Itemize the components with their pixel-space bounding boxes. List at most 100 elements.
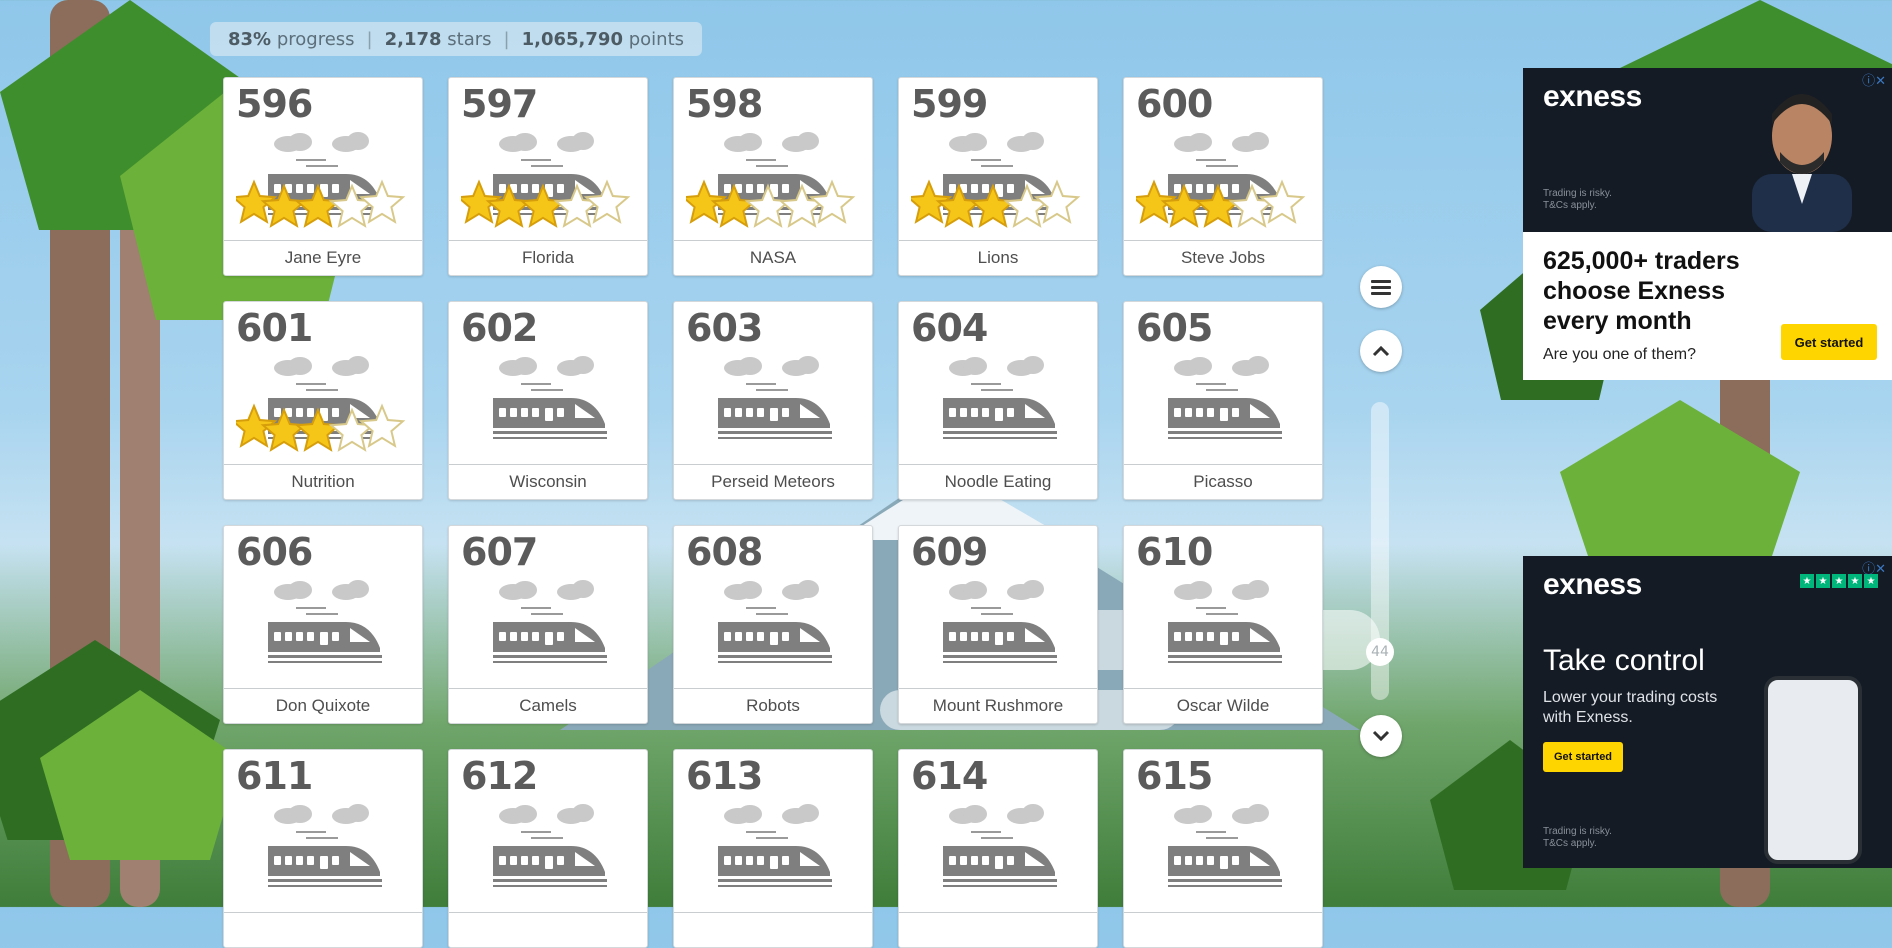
level-number: 614 — [911, 754, 988, 798]
level-card[interactable]: 609 Mount Rushmore — [898, 525, 1098, 724]
level-title: Wisconsin — [449, 464, 647, 499]
ad-cta-button[interactable]: Get started — [1543, 742, 1623, 772]
train-icon — [1168, 356, 1282, 439]
star-icon: ★ — [1800, 574, 1814, 588]
star-icon — [519, 183, 567, 228]
level-number: 603 — [686, 306, 763, 350]
star-icon — [358, 179, 406, 224]
train-icon — [268, 580, 382, 663]
level-card[interactable]: 599 Lions — [898, 77, 1098, 276]
star-rating — [911, 179, 1081, 228]
train-icon — [718, 356, 832, 439]
points-stat: 1,065,790 points — [521, 28, 685, 50]
level-title: Robots — [674, 688, 872, 723]
level-title: Oscar Wilde — [1124, 688, 1322, 723]
level-grid: 596 Jane Eyre 597 Florida 598 NASA 599 L… — [223, 77, 1323, 948]
train-icon — [943, 356, 1057, 439]
hamburger-icon — [1371, 280, 1391, 295]
star-icon — [710, 183, 758, 228]
ad-hero: exness Trading is risky. T&Cs apply. — [1523, 68, 1892, 232]
star-icon: ★ — [1816, 574, 1830, 588]
level-title — [674, 912, 872, 947]
train-icon — [1168, 804, 1282, 887]
chevron-up-icon — [1372, 345, 1390, 357]
level-card[interactable]: 611 — [223, 749, 423, 948]
star-icon — [1258, 179, 1306, 224]
level-title — [1124, 912, 1322, 947]
star-icon — [553, 183, 601, 228]
star-icon — [1033, 179, 1081, 224]
level-number: 605 — [1136, 306, 1213, 350]
level-card[interactable]: 612 — [448, 749, 648, 948]
scroll-down-button[interactable] — [1360, 715, 1402, 757]
level-card[interactable]: 615 — [1123, 749, 1323, 948]
level-title: Camels — [449, 688, 647, 723]
level-card[interactable]: 602 Wisconsin — [448, 301, 648, 500]
level-card[interactable]: 597 Florida — [448, 77, 648, 276]
ad-brand-logo: exness — [1543, 568, 1642, 601]
star-icon — [744, 183, 792, 228]
person-image — [1752, 94, 1852, 232]
level-title: Noodle Eating — [899, 464, 1097, 499]
level-number: 599 — [911, 82, 988, 126]
level-title: NASA — [674, 240, 872, 275]
star-icon — [260, 407, 308, 452]
star-icon — [935, 183, 983, 228]
train-icon — [943, 580, 1057, 663]
star-icon — [294, 407, 342, 452]
level-card[interactable]: 607 Camels — [448, 525, 648, 724]
level-title: Picasso — [1124, 464, 1322, 499]
level-number: 606 — [236, 530, 313, 574]
scroll-up-button[interactable] — [1360, 330, 1402, 372]
level-card[interactable]: 604 Noodle Eating — [898, 301, 1098, 500]
scroll-page-indicator[interactable]: 44 — [1366, 638, 1394, 666]
level-card[interactable]: 613 — [673, 749, 873, 948]
stars-stat: 2,178 stars — [384, 28, 492, 50]
advertisement-banner[interactable]: ⓘ✕ exness ★ ★ ★ ★ ★ Take control Lower your … — [1523, 556, 1892, 868]
level-title: Lions — [899, 240, 1097, 275]
level-card[interactable]: 596 Jane Eyre — [223, 77, 423, 276]
level-card[interactable]: 603 Perseid Meteors — [673, 301, 873, 500]
ad-headline: Take control — [1543, 644, 1705, 677]
level-number: 602 — [461, 306, 538, 350]
star-icon — [260, 183, 308, 228]
level-number: 598 — [686, 82, 763, 126]
chevron-down-icon — [1372, 730, 1390, 742]
advertisement-banner[interactable]: ⓘ✕ exness Trading is risky. T&Cs apply. … — [1523, 68, 1892, 380]
progress-stats-bar: 83% progress | 2,178 stars | 1,065,790 p… — [210, 22, 703, 56]
level-title: Mount Rushmore — [899, 688, 1097, 723]
level-card[interactable]: 605 Picasso — [1123, 301, 1323, 500]
level-number: 611 — [236, 754, 313, 798]
level-title: Steve Jobs — [1124, 240, 1322, 275]
level-card[interactable]: 608 Robots — [673, 525, 873, 724]
star-icon: ★ — [1848, 574, 1862, 588]
level-title — [899, 912, 1097, 947]
train-icon — [268, 804, 382, 887]
ad-info-icon[interactable]: ⓘ✕ — [1862, 70, 1886, 89]
level-title: Jane Eyre — [224, 240, 422, 275]
level-card[interactable]: 606 Don Quixote — [223, 525, 423, 724]
ad-subtext: Are you one of them? — [1543, 346, 1696, 363]
level-number: 604 — [911, 306, 988, 350]
menu-button[interactable] — [1360, 266, 1402, 308]
level-title: Nutrition — [224, 464, 422, 499]
level-number: 612 — [461, 754, 538, 798]
level-card[interactable]: 601 Nutrition — [223, 301, 423, 500]
level-title: Florida — [449, 240, 647, 275]
star-icon — [328, 407, 376, 452]
star-icon — [358, 403, 406, 448]
ad-info-icon[interactable]: ⓘ✕ — [1862, 558, 1886, 577]
level-title — [224, 912, 422, 947]
level-card[interactable]: 614 — [898, 749, 1098, 948]
ad-cta-button[interactable]: Get started — [1781, 324, 1877, 360]
level-card[interactable]: 610 Oscar Wilde — [1123, 525, 1323, 724]
star-icon — [328, 183, 376, 228]
ad-subtext: Lower your trading costs with Exness. — [1543, 689, 1718, 726]
level-card[interactable]: 600 Steve Jobs — [1123, 77, 1323, 276]
phone-image — [1764, 676, 1862, 864]
star-icon — [485, 183, 533, 228]
star-icon — [1194, 183, 1242, 228]
level-number: 596 — [236, 82, 313, 126]
train-icon — [943, 804, 1057, 887]
level-card[interactable]: 598 NASA — [673, 77, 873, 276]
